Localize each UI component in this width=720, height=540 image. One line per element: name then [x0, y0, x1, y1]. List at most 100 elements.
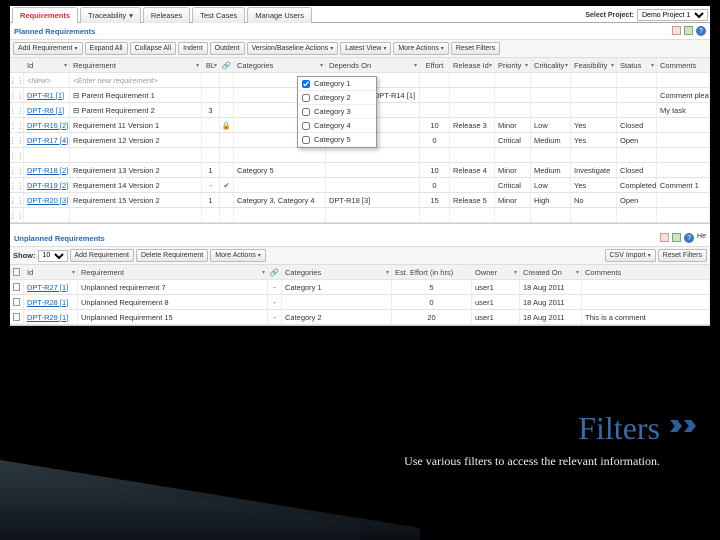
col-effort[interactable]: Est. Effort (in hrs) — [392, 265, 472, 279]
req-name[interactable] — [70, 148, 202, 162]
col-release[interactable]: Release Id▾ — [450, 58, 495, 72]
priority-cell[interactable] — [495, 88, 531, 102]
comments-cell[interactable] — [657, 133, 710, 147]
depends-cell[interactable] — [326, 163, 420, 177]
effort-cell[interactable] — [420, 208, 450, 222]
feasibility-cell[interactable]: Investigate — [571, 163, 617, 177]
req-id-link[interactable]: DPT-R8 [1] — [24, 103, 70, 117]
reset-filters-button[interactable]: Reset Filters — [451, 42, 500, 55]
req-id-link[interactable]: DPT-R17 [4] — [24, 133, 70, 147]
row-checkbox[interactable] — [10, 295, 24, 309]
criticality-cell[interactable]: Medium — [531, 163, 571, 177]
table-row[interactable]: ⋮⋮DPT-R19 [2]Requirement 14 Version 2-✔0… — [10, 178, 710, 193]
feasibility-cell[interactable] — [571, 103, 617, 117]
col-feasibility[interactable]: Feasibility▾ — [571, 58, 617, 72]
depends-cell[interactable] — [326, 148, 420, 162]
tab-manage-users[interactable]: Manage Users — [247, 7, 312, 23]
status-cell[interactable]: Open — [617, 193, 657, 207]
status-cell[interactable] — [617, 88, 657, 102]
view-selector[interactable]: Latest View▾ — [340, 42, 391, 55]
category-option[interactable]: Category 4 — [298, 119, 376, 133]
help-icon[interactable]: ? — [684, 233, 694, 243]
categories-cell[interactable] — [282, 295, 392, 309]
version-baseline-button[interactable]: Version/Baseline Actions▾ — [247, 42, 339, 55]
req-name[interactable]: Requirement 15 Version 2 — [70, 193, 202, 207]
comments-cell[interactable] — [657, 163, 710, 177]
criticality-cell[interactable] — [531, 148, 571, 162]
table-row[interactable]: ⋮⋮DPT-R20 [3]Requirement 15 Version 21Ca… — [10, 193, 710, 208]
drag-handle-icon[interactable]: ⋮⋮ — [10, 88, 24, 102]
table-row[interactable]: ⋮⋮ — [10, 208, 710, 223]
excel-export-icon[interactable] — [684, 26, 693, 35]
effort-cell[interactable]: 10 — [420, 163, 450, 177]
release-cell[interactable] — [450, 103, 495, 117]
req-name[interactable]: Requirement 13 Version 2 — [70, 163, 202, 177]
category-checkbox[interactable] — [302, 136, 310, 144]
release-cell[interactable]: Release 4 — [450, 163, 495, 177]
req-name[interactable]: ⊟ Parent Requirement 2 — [70, 103, 202, 117]
comments-cell[interactable]: Comment 1 — [657, 178, 710, 192]
release-cell[interactable]: Release 3 — [450, 118, 495, 132]
categories-cell[interactable] — [234, 208, 326, 222]
effort-cell[interactable]: 10 — [420, 118, 450, 132]
tab-releases[interactable]: Releases — [143, 7, 190, 23]
col-requirement[interactable]: Requirement▾ — [78, 265, 268, 279]
comments-cell[interactable]: This is a comment — [582, 310, 710, 324]
help-icon[interactable]: ? — [696, 26, 706, 36]
table-row[interactable]: DPT-R29 [1]Unplanned Requirement 15-Cate… — [10, 310, 710, 325]
col-status[interactable]: Status▾ — [617, 58, 657, 72]
project-dropdown[interactable]: Demo Project 1 — [637, 9, 708, 21]
owner-cell[interactable]: user1 — [472, 310, 520, 324]
col-priority[interactable]: Priority▾ — [495, 58, 531, 72]
col-criticality[interactable]: Criticality▾ — [531, 58, 571, 72]
priority-cell[interactable] — [495, 148, 531, 162]
comments-cell[interactable] — [582, 295, 710, 309]
priority-cell[interactable]: Minor — [495, 163, 531, 177]
category-option[interactable]: Category 2 — [298, 91, 376, 105]
effort-cell[interactable]: 0 — [420, 133, 450, 147]
release-cell[interactable] — [450, 178, 495, 192]
col-comments[interactable]: Comments — [657, 58, 710, 72]
table-row[interactable]: DPT-R28 [1]Unplanned Requirement 8-0user… — [10, 295, 710, 310]
comments-cell[interactable] — [657, 148, 710, 162]
status-cell[interactable] — [617, 208, 657, 222]
more-actions-button[interactable]: More Actions▾ — [393, 42, 448, 55]
owner-cell[interactable]: user1 — [472, 280, 520, 294]
pdf-export-icon[interactable] — [672, 26, 681, 35]
effort-cell[interactable]: 0 — [420, 178, 450, 192]
priority-cell[interactable] — [495, 208, 531, 222]
category-option[interactable]: Category 3 — [298, 105, 376, 119]
delete-requirement-button[interactable]: Delete Requirement — [136, 249, 208, 262]
criticality-cell[interactable] — [531, 103, 571, 117]
req-id-link[interactable]: DPT-R1 [1] — [24, 88, 70, 102]
criticality-cell[interactable]: Low — [531, 178, 571, 192]
col-id[interactable]: Id▾ — [24, 58, 70, 72]
effort-cell[interactable]: 0 — [392, 295, 472, 309]
col-id[interactable]: Id▾ — [24, 265, 78, 279]
categories-filter-dropdown[interactable]: Category 1 Category 2 Category 3 Categor… — [297, 76, 377, 148]
criticality-cell[interactable]: Low — [531, 118, 571, 132]
effort-cell[interactable]: 5 — [392, 280, 472, 294]
col-comments[interactable]: Comments — [582, 265, 710, 279]
req-name[interactable]: ⊟ Parent Requirement 1 — [70, 88, 202, 102]
select-all-checkbox[interactable] — [13, 268, 20, 276]
csv-import-button[interactable]: CSV Import▾ — [605, 249, 656, 262]
req-id-link[interactable]: DPT-R28 [1] — [24, 295, 78, 309]
feasibility-cell[interactable]: No — [571, 193, 617, 207]
comments-cell[interactable] — [582, 280, 710, 294]
req-name[interactable]: Requirement 12 Version 2 — [70, 133, 202, 147]
comments-cell[interactable]: Comment please — [657, 88, 710, 102]
priority-cell[interactable]: Critical — [495, 178, 531, 192]
req-name[interactable]: Requirement 11 Version 1 — [70, 118, 202, 132]
row-checkbox[interactable] — [10, 280, 24, 294]
feasibility-cell[interactable] — [571, 208, 617, 222]
tab-traceability[interactable]: Traceability▾ — [80, 7, 141, 23]
drag-handle-icon[interactable]: ⋮⋮ — [10, 133, 24, 147]
drag-handle-icon[interactable]: ⋮⋮ — [10, 148, 24, 162]
col-depends[interactable]: Depends On▾ — [326, 58, 420, 72]
req-id-link[interactable]: DPT-R29 [1] — [24, 310, 78, 324]
drag-handle-icon[interactable]: ⋮⋮ — [10, 163, 24, 177]
new-req-input[interactable]: <Enter new requirement> — [70, 73, 202, 87]
drag-handle-icon[interactable]: ⋮⋮ — [10, 73, 24, 87]
depends-cell[interactable] — [326, 178, 420, 192]
